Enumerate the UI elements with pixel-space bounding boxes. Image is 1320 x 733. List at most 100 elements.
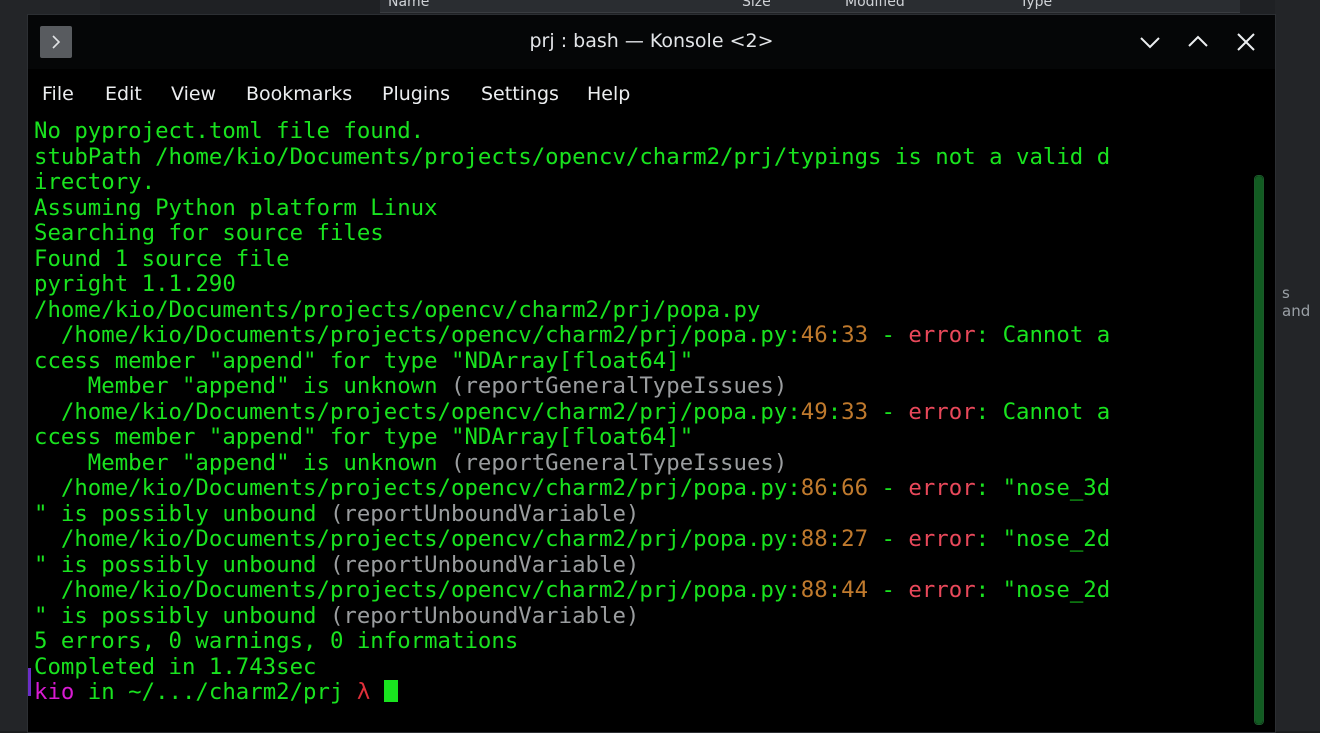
terminal-line: /home/kio/Documents/projects/opencv/char… xyxy=(34,526,1234,553)
terminal-text: Completed in 1.743sec xyxy=(34,653,317,680)
prompt-path: ~/.../charm2/prj xyxy=(128,679,344,705)
menu-help[interactable]: Help xyxy=(587,83,630,105)
prompt-separator: in xyxy=(74,679,129,705)
column-size: Size xyxy=(742,0,771,10)
terminal-text: : xyxy=(827,398,842,425)
terminal-text: : xyxy=(827,526,842,552)
menu-bookmarks[interactable]: Bookmarks xyxy=(246,83,352,105)
terminal-text: : Cannot a xyxy=(975,322,1111,348)
terminal-line: Found 1 source file xyxy=(34,245,1234,273)
scrollbar-thumb[interactable] xyxy=(1255,176,1263,724)
maximize-icon xyxy=(1188,35,1208,47)
terminal-text: Searching for source files xyxy=(34,220,384,246)
line-number: 44 xyxy=(841,577,869,603)
terminal-text: - xyxy=(868,322,909,348)
column-modified: Modified xyxy=(845,0,905,10)
terminal-text: Member "append" is unknown xyxy=(34,373,452,399)
prompt-symbol: λ xyxy=(356,679,371,705)
terminal-line: Completed in 1.743sec xyxy=(34,653,1234,681)
terminal-line: " is possibly unbound (reportUnboundVari… xyxy=(34,500,1234,528)
close-icon xyxy=(1237,33,1255,51)
terminal-line: ccess member "append" for type "NDArray[… xyxy=(34,424,1234,451)
terminal-output[interactable]: No pyproject.toml file found. stubPath /h… xyxy=(34,118,1234,706)
terminal-line: Member "append" is unknown (reportGenera… xyxy=(34,373,1234,400)
terminal-line: " is possibly unbound (reportUnboundVari… xyxy=(34,551,1234,579)
error-label: error xyxy=(908,577,976,603)
background-right-text: s and xyxy=(1282,284,1311,320)
background-file-header: Name Size Modified Type xyxy=(380,0,1240,13)
terminal-text: " is possibly unbound xyxy=(34,551,330,578)
column-type: Type xyxy=(1020,0,1053,10)
terminal-text: ccess member "append" for type "NDArray[… xyxy=(34,347,694,374)
menu-file[interactable]: File xyxy=(42,83,74,105)
prompt-user: kio xyxy=(34,679,75,705)
terminal-text: 5 errors, 0 warnings, 0 informations xyxy=(34,628,519,654)
title-bar: prj : bash — Konsole <2> xyxy=(28,15,1275,69)
prompt-line[interactable]: kio in ~/.../charm2/prj λ xyxy=(34,679,1234,706)
terminal-text: - xyxy=(868,526,909,552)
error-label: error xyxy=(908,475,976,501)
line-number: 27 xyxy=(841,526,869,552)
terminal-text: irectory. xyxy=(34,169,156,195)
prompt-indicator xyxy=(28,668,31,696)
menu-bar: File Edit View Bookmarks Plugins Setting… xyxy=(28,79,1275,113)
error-label: error xyxy=(908,398,976,425)
column-name: Name xyxy=(388,0,430,10)
line-number: 86 xyxy=(800,475,828,501)
menu-settings[interactable]: Settings xyxy=(481,83,559,105)
error-label: error xyxy=(908,322,976,348)
terminal-line: /home/kio/Documents/projects/opencv/char… xyxy=(34,577,1234,604)
terminal-text: " is possibly unbound xyxy=(34,602,330,629)
terminal-text: : "nose_2d xyxy=(975,577,1111,603)
maximize-button[interactable] xyxy=(1187,31,1209,53)
terminal-text: (reportUnboundVariable) xyxy=(329,602,640,629)
terminal-text: (reportUnboundVariable) xyxy=(329,551,640,578)
background-right-panel xyxy=(1275,0,1320,731)
menu-plugins[interactable]: Plugins xyxy=(382,83,450,105)
terminal-text: : xyxy=(827,475,842,501)
terminal-line: ccess member "append" for type "NDArray[… xyxy=(34,347,1234,375)
terminal-text: : Cannot a xyxy=(975,398,1111,425)
terminal-text: pyright 1.1.290 xyxy=(34,271,236,297)
line-number: 49 xyxy=(800,398,828,425)
terminal-text: (reportUnboundVariable) xyxy=(329,500,640,527)
window-title: prj : bash — Konsole <2> xyxy=(529,30,774,52)
terminal-line: /home/kio/Documents/projects/opencv/char… xyxy=(34,297,1234,324)
terminal-text: " is possibly unbound xyxy=(34,500,330,527)
terminal-text: (reportGeneralTypeIssues) xyxy=(451,373,788,399)
line-number: 66 xyxy=(841,475,869,501)
terminal-text: : "nose_3d xyxy=(975,475,1111,501)
text-cursor xyxy=(383,680,398,702)
line-number: 46 xyxy=(800,322,828,348)
terminal-text: /home/kio/Documents/projects/opencv/char… xyxy=(34,322,801,348)
terminal-text: : xyxy=(827,322,842,348)
terminal-text: stubPath /home/kio/Documents/projects/op… xyxy=(34,143,1111,170)
terminal-line: /home/kio/Documents/projects/opencv/char… xyxy=(34,398,1234,426)
terminal-text: : xyxy=(827,577,842,603)
terminal-text: : "nose_2d xyxy=(975,526,1111,552)
terminal-line: irectory. xyxy=(34,169,1234,196)
menu-edit[interactable]: Edit xyxy=(105,83,142,105)
terminal-line: pyright 1.1.290 xyxy=(34,271,1234,298)
error-label: error xyxy=(908,526,976,552)
terminal-text: Member "append" is unknown xyxy=(34,449,452,476)
terminal-line: No pyproject.toml file found. xyxy=(34,118,1234,145)
terminal-line: 5 errors, 0 warnings, 0 informations xyxy=(34,628,1234,655)
terminal-line: stubPath /home/kio/Documents/projects/op… xyxy=(34,143,1234,171)
terminal-text: Found 1 source file xyxy=(34,245,290,272)
terminal-line: " is possibly unbound (reportUnboundVari… xyxy=(34,602,1234,630)
scrollbar[interactable] xyxy=(1254,175,1264,725)
close-button[interactable] xyxy=(1235,31,1257,53)
terminal-line: /home/kio/Documents/projects/opencv/char… xyxy=(34,475,1234,502)
line-number: 33 xyxy=(841,322,869,348)
menu-view[interactable]: View xyxy=(171,83,216,105)
minimize-button[interactable] xyxy=(1139,31,1161,53)
terminal-text: - xyxy=(868,398,909,425)
terminal-text: Assuming Python platform Linux xyxy=(34,194,438,221)
terminal-line: /home/kio/Documents/projects/opencv/char… xyxy=(34,322,1234,349)
terminal-line: Member "append" is unknown (reportGenera… xyxy=(34,449,1234,477)
line-number: 33 xyxy=(841,398,869,425)
terminal-text: ccess member "append" for type "NDArray[… xyxy=(34,424,694,450)
terminal-text: /home/kio/Documents/projects/opencv/char… xyxy=(34,526,801,552)
terminal-text: /home/kio/Documents/projects/opencv/char… xyxy=(34,577,801,603)
